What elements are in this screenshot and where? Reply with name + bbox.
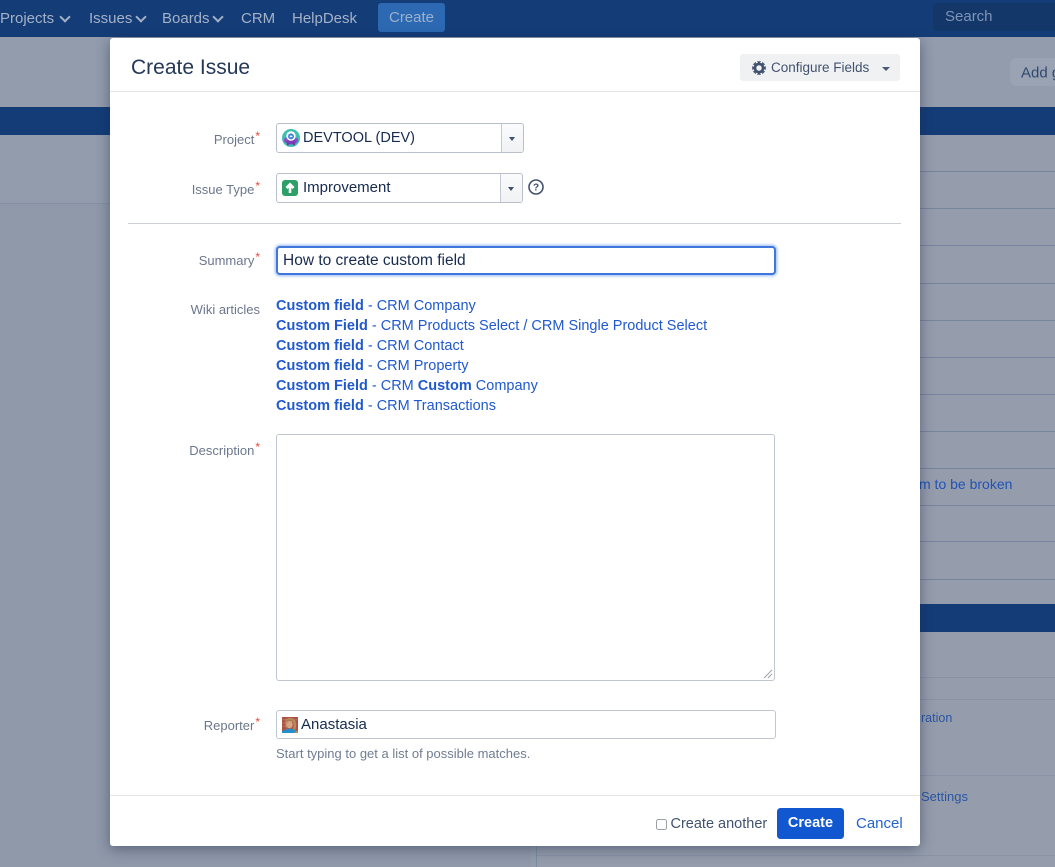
svg-text:Add g: Add g <box>1021 65 1055 82</box>
svg-text:?: ? <box>533 183 539 194</box>
